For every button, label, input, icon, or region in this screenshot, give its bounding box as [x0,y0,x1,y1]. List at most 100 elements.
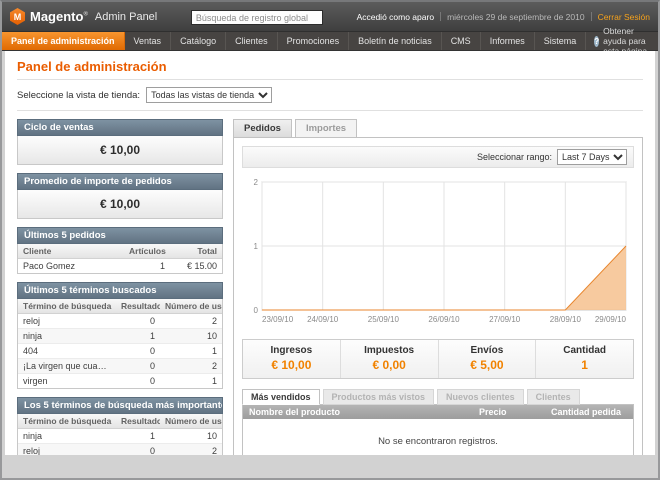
table-row: ninja110 [18,329,222,344]
nav-item-panel-de-administracion[interactable]: Panel de administración [2,32,125,50]
stat-value: € 5,00 [439,358,536,372]
table-cell: 0 [116,444,160,456]
col-termino: Término de búsqueda [18,299,116,314]
col-resultados: Resultados [116,414,160,429]
nav-item-promociones[interactable]: Promociones [278,32,350,50]
top-search-terms-table: Término de búsqueda Resultados Número de… [17,414,223,455]
registered-mark: ® [83,12,87,18]
stat-ingresos: Ingresos € 10,00 [243,340,340,378]
table-cell: virgen [18,374,116,389]
nav-item-boletin[interactable]: Boletín de noticias [349,32,442,50]
tab-clientes[interactable]: Clientes [527,389,580,405]
tab-pedidos[interactable]: Pedidos [233,119,292,138]
tab-mas-vendidos[interactable]: Más vendidos [242,389,320,405]
nav-item-sistema[interactable]: Sistema [535,32,587,50]
global-search-input[interactable] [191,10,323,25]
svg-text:0: 0 [254,306,259,315]
stat-value: € 10,00 [243,358,340,372]
page-help-link[interactable]: ? Obtener ayuda para esta página [586,32,658,50]
col-numero-usos: Número de usos [160,299,222,314]
table-row: virgen01 [18,374,222,389]
range-label: Seleccionar rango: [477,152,552,162]
table-cell: 0 [116,374,160,389]
col-resultados: Resultados [116,299,160,314]
tab-importes[interactable]: Importes [295,119,357,138]
table-header-row: Cliente Artículos Total [18,244,222,259]
svg-text:1: 1 [254,242,259,251]
table-cell: Paco Gomez [18,259,124,274]
table-cell: ninja [18,429,116,444]
top-header: Magento® Admin Panel Accedió como aparo … [2,2,658,32]
table-cell: 0 [116,359,160,374]
col-precio: Precio [473,405,545,419]
empty-message: No se encontraron registros. [243,419,633,455]
table-row: ¡La virgen que cuadro!02 [18,359,222,374]
range-select[interactable]: Last 7 Days [557,149,627,165]
top-search-terms-panel: Los 5 términos de búsqueda más important… [17,397,223,455]
table-cell: ninja [18,329,116,344]
stat-label: Cantidad [536,345,633,356]
panel-title: Promedio de importe de pedidos [17,173,223,190]
panel-title: Los 5 términos de búsqueda más important… [17,397,223,414]
table-row: ninja110 [18,429,222,444]
store-view-row: Seleccione la vista de tienda: Todas las… [17,87,643,111]
orders-panel: Seleccionar rango: Last 7 Days 23/09/10 2… [233,137,643,455]
col-nombre-producto: Nombre del producto [243,405,473,419]
divider [17,79,643,80]
nav-item-catalogo[interactable]: Catálogo [171,32,226,50]
logged-in-user: Accedió como aparo [357,12,435,22]
nav-item-ventas[interactable]: Ventas [125,32,172,50]
store-view-select[interactable]: Todas las vistas de tienda [146,87,272,103]
last-search-terms-table: Término de búsqueda Resultados Número de… [17,299,223,389]
tab-productos-mas-vistos[interactable]: Productos más vistos [323,389,435,405]
orders-chart: 23/09/1024/09/1025/09/1026/09/1027/09/10… [242,176,634,331]
logout-link[interactable]: Cerrar Sesión [598,12,650,22]
main-nav: Panel de administración Ventas Catálogo … [2,32,658,51]
svg-text:25/09/10: 25/09/10 [368,315,400,324]
divider [591,12,592,21]
table-cell: 1 [160,344,222,359]
svg-text:24/09/10: 24/09/10 [307,315,339,324]
nav-menu: Panel de administración Ventas Catálogo … [2,32,586,50]
svg-text:28/09/10: 28/09/10 [550,315,582,324]
col-numero-usos: Número de usos [160,414,222,429]
col-cantidad-pedida: Cantidad pedida [545,405,633,419]
tab-nuevos-clientes[interactable]: Nuevos clientes [437,389,524,405]
panel-title: Últimos 5 pedidos [17,227,223,244]
svg-text:2: 2 [254,178,259,187]
table-cell: 404 [18,344,116,359]
orders-chart-svg: 23/09/1024/09/1025/09/1026/09/1027/09/10… [242,176,634,326]
table-cell: 0 [116,344,160,359]
svg-text:23/09/10: 23/09/10 [262,315,294,324]
magento-admin-window: Magento® Admin Panel Accedió como aparo … [0,0,660,480]
average-orders-value: € 10,00 [17,190,223,219]
table-cell: 10 [160,429,222,444]
range-bar: Seleccionar rango: Last 7 Days [242,146,634,168]
last-orders-panel: Últimos 5 pedidos Cliente Artículos Tota… [17,227,223,274]
stat-value: € 0,00 [341,358,438,372]
left-column: Ciclo de ventas € 10,00 Promedio de impo… [17,119,223,455]
nav-item-cms[interactable]: CMS [442,32,481,50]
col-termino: Término de búsqueda [18,414,116,429]
stat-label: Envíos [439,345,536,356]
lifetime-sales-panel: Ciclo de ventas € 10,00 [17,119,223,165]
stat-label: Ingresos [243,345,340,356]
col-cliente: Cliente [18,244,124,259]
table-cell: reloj [18,314,116,329]
nav-item-informes[interactable]: Informes [481,32,535,50]
right-column: Pedidos Importes Seleccionar rango: Last… [233,119,643,455]
nav-item-clientes[interactable]: Clientes [226,32,278,50]
help-icon: ? [594,36,599,47]
stat-value: 1 [536,358,633,372]
table-row: 40401 [18,344,222,359]
table-header-row: Nombre del producto Precio Cantidad pedi… [243,405,633,419]
divider [440,12,441,21]
dashboard-columns: Ciclo de ventas € 10,00 Promedio de impo… [17,119,643,455]
magento-logo[interactable]: Magento® Admin Panel [10,8,157,25]
stat-envios: Envíos € 5,00 [438,340,536,378]
table-cell: ¡La virgen que cuadro! [18,359,116,374]
table-cell: 2 [160,359,222,374]
magento-logo-icon [10,8,25,25]
table-cell: 1 [116,329,160,344]
average-orders-panel: Promedio de importe de pedidos € 10,00 [17,173,223,219]
